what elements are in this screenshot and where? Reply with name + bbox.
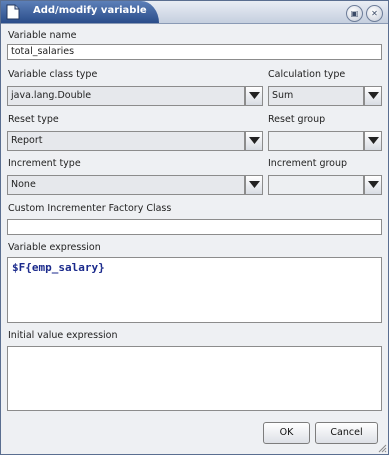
chevron-down-icon[interactable]: [245, 131, 263, 151]
custom-factory-input[interactable]: [7, 219, 382, 235]
window-title: Add/modify variable: [33, 5, 147, 16]
variable-expression-text: $F{emp_salary}: [12, 261, 105, 274]
variable-name-label: Variable name: [8, 30, 77, 41]
resize-grip-icon[interactable]: [377, 443, 387, 453]
title-bar[interactable]: Add/modify variable ▣ ✕: [1, 1, 388, 24]
initial-value-label: Initial value expression: [8, 330, 118, 341]
chevron-down-icon[interactable]: [364, 86, 382, 106]
variable-expression-editor[interactable]: $F{emp_salary}: [7, 257, 382, 323]
reset-type-value: Report: [7, 131, 245, 151]
chevron-down-icon[interactable]: [245, 86, 263, 106]
increment-group-combo[interactable]: [268, 175, 382, 195]
initial-value-editor[interactable]: [7, 346, 382, 411]
reset-type-label: Reset type: [8, 114, 59, 125]
variable-class-label: Variable class type: [8, 69, 98, 80]
window-doc-icon: [6, 4, 20, 20]
chevron-down-icon[interactable]: [364, 175, 382, 195]
reset-group-label: Reset group: [268, 114, 326, 125]
increment-group-value: [268, 175, 364, 195]
increment-group-label: Increment group: [268, 158, 348, 169]
dialog-window: Add/modify variable ▣ ✕ Variable name to…: [0, 0, 389, 455]
cancel-button[interactable]: Cancel: [315, 422, 378, 444]
variable-name-input[interactable]: total_salaries: [7, 44, 382, 60]
increment-type-label: Increment type: [8, 158, 81, 169]
variable-class-combo[interactable]: java.lang.Double: [7, 86, 263, 106]
variable-expression-label: Variable expression: [8, 242, 101, 253]
minimize-icon[interactable]: ▣: [346, 5, 363, 22]
calculation-type-value: Sum: [268, 86, 364, 106]
reset-group-value: [268, 131, 364, 151]
chevron-down-icon[interactable]: [364, 131, 382, 151]
chevron-down-icon[interactable]: [245, 175, 263, 195]
custom-factory-label: Custom Incrementer Factory Class: [8, 203, 172, 214]
title-tab: Add/modify variable: [1, 1, 159, 23]
reset-type-combo[interactable]: Report: [7, 131, 263, 151]
ok-button[interactable]: OK: [263, 422, 310, 444]
increment-type-combo[interactable]: None: [7, 175, 263, 195]
reset-group-combo[interactable]: [268, 131, 382, 151]
increment-type-value: None: [7, 175, 245, 195]
variable-class-value: java.lang.Double: [7, 86, 245, 106]
close-icon[interactable]: ✕: [366, 5, 383, 22]
calculation-type-combo[interactable]: Sum: [268, 86, 382, 106]
calculation-type-label: Calculation type: [268, 69, 346, 80]
